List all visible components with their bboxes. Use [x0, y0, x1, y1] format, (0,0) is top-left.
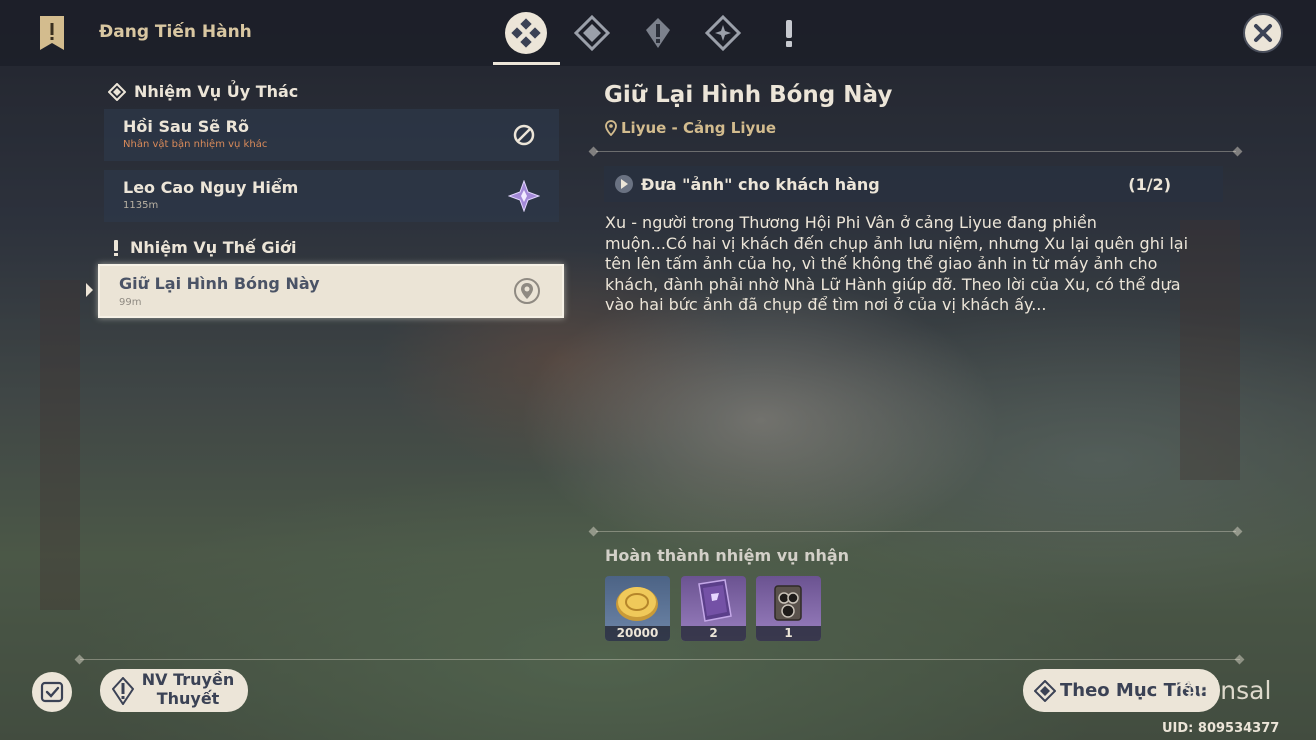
story-quest-label: NV Truyền Thuyết — [141, 670, 235, 708]
quest-banner-icon — [40, 16, 64, 50]
map-pin-icon — [605, 120, 617, 136]
quest-detail-title: Giữ Lại Hình Bóng Này — [604, 82, 893, 108]
quest-status: Nhân vật bận nhiệm vụ khác — [123, 139, 268, 150]
quest-description: Xu - người trong Thương Hội Phi Vân ở cả… — [605, 213, 1225, 316]
description-line: muộn...Có hai vị khách đến chụp ảnh lưu … — [605, 233, 1189, 253]
section-label: Nhiệm Vụ Thế Giới — [130, 238, 297, 257]
reward-count: 20000 — [605, 626, 670, 641]
quest-name: Giữ Lại Hình Bóng Này — [119, 274, 320, 293]
reward-count: 2 — [681, 626, 746, 641]
all-quests-icon — [511, 18, 541, 48]
quest-distance: 99m — [119, 297, 142, 308]
top-bar: Đang Tiến Hành — [0, 0, 1316, 66]
reward-mora[interactable]: 20000 — [605, 576, 670, 641]
objective-text: Đưa "ảnh" cho khách hàng — [641, 175, 880, 194]
story-quest-icon — [112, 677, 134, 705]
section-world-quests-header: Nhiệm Vụ Thế Giới — [110, 238, 297, 257]
quest-item-hoi-sau-se-ro[interactable]: Hồi Sau Sẽ Rõ Nhân vật bận nhiệm vụ khác — [104, 109, 559, 161]
divider — [596, 531, 1236, 532]
quest-settings-button[interactable] — [32, 672, 72, 712]
rewards-label: Hoàn thành nhiệm vụ nhận — [605, 546, 850, 565]
commission-marker-icon — [508, 180, 540, 212]
description-line: tên lên tấm ảnh của họ, vì thế không thể… — [605, 254, 1158, 273]
description-line: Xu - người trong Thương Hội Phi Vân ở cả… — [605, 213, 1097, 232]
track-target-icon — [1034, 680, 1056, 702]
selected-arrow-icon — [86, 283, 93, 297]
description-line: vào hai bức ảnh đã chụp để tìm nơi ở của… — [605, 295, 1047, 314]
quest-distance: 1135m — [123, 200, 159, 211]
quest-name: Leo Cao Nguy Hiểm — [123, 178, 299, 197]
description-line: khách, đành phải nhờ Nhà Lữ Hành giúp đỡ… — [605, 274, 1181, 294]
reward-count: 1 — [756, 626, 821, 641]
close-button[interactable] — [1243, 13, 1283, 53]
tab-archon-quests[interactable] — [569, 10, 615, 56]
commission-section-icon — [108, 82, 126, 101]
quest-location-text: Liyue - Cảng Liyue — [621, 119, 777, 137]
world-quest-icon — [646, 18, 670, 48]
story-quest-button[interactable]: NV Truyền Thuyết — [100, 669, 248, 712]
objective-progress: (1/2) — [1128, 175, 1171, 194]
heros-wit-book-icon — [698, 579, 732, 622]
blocked-icon — [510, 121, 538, 149]
quest-item-leo-cao-nguy-hiem[interactable]: Leo Cao Nguy Hiểm 1135m — [104, 170, 559, 222]
commission-icon — [705, 15, 741, 51]
watermark: @ainsal — [1173, 676, 1272, 705]
objective-play-icon — [615, 175, 633, 193]
quest-book-check-icon — [40, 681, 64, 703]
footer-divider — [80, 659, 1240, 660]
divider — [596, 151, 1236, 152]
tab-commissions[interactable] — [700, 10, 746, 56]
quest-name: Hồi Sau Sẽ Rõ — [123, 117, 249, 136]
tab-world-quests[interactable] — [635, 10, 681, 56]
player-uid: UID: 809534377 — [1162, 721, 1280, 736]
page-title: Đang Tiến Hành — [99, 22, 252, 42]
mora-coin-icon — [616, 587, 658, 621]
event-quest-icon — [786, 20, 792, 47]
world-quest-section-icon — [114, 239, 118, 256]
close-icon — [1254, 24, 1272, 42]
quest-item-giu-lai-hinh-bong-nay[interactable]: Giữ Lại Hình Bóng Này 99m — [98, 264, 564, 318]
reward-heros-wit[interactable]: 2 — [681, 576, 746, 641]
active-tab-indicator — [493, 62, 560, 65]
quest-location: Liyue - Cảng Liyue — [605, 119, 776, 137]
tab-event-quests[interactable] — [766, 10, 812, 56]
section-label: Nhiệm Vụ Ủy Thác — [134, 82, 299, 101]
quest-objective[interactable]: Đưa "ảnh" cho khách hàng (1/2) — [604, 166, 1223, 202]
reward-camera[interactable]: 1 — [756, 576, 821, 641]
camera-icon — [774, 585, 802, 621]
section-commissions-header: Nhiệm Vụ Ủy Thác — [108, 82, 298, 101]
tab-all-quests[interactable] — [503, 10, 549, 56]
location-pin-icon — [513, 277, 541, 305]
archon-quest-icon — [574, 15, 610, 51]
